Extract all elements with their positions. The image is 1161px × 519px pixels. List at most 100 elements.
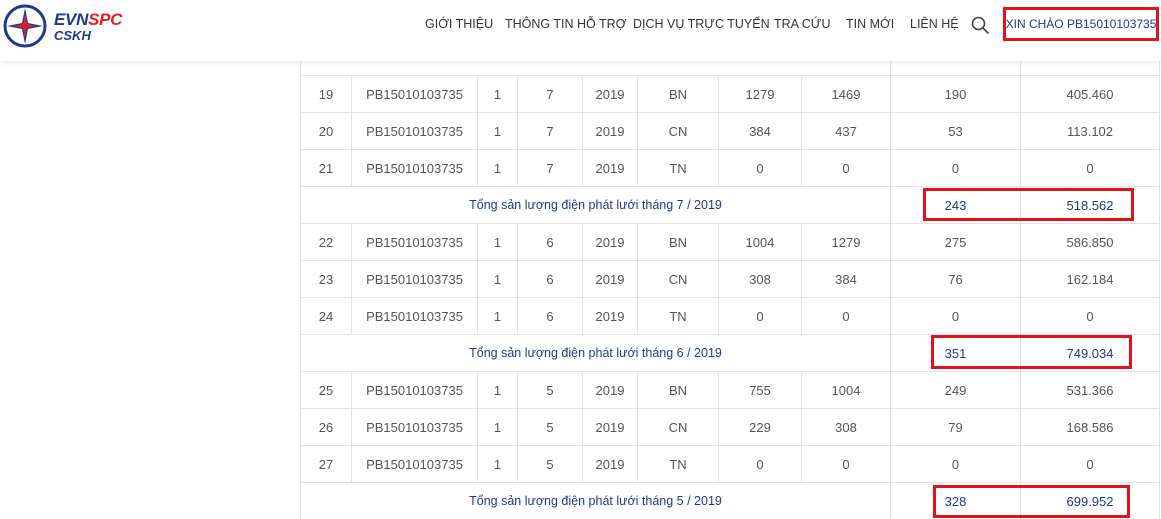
amount-cell: 162.184: [1020, 260, 1160, 298]
old-reading-cell: 0: [718, 297, 802, 335]
meter-type-cell: TN: [637, 149, 719, 187]
meter-type-cell: BN: [637, 223, 719, 261]
month-cell: 6: [517, 297, 583, 335]
old-reading-cell: 0: [718, 149, 802, 187]
table-row: 21 PB15010103735 1 7 2019 TN 0 0 0 0: [300, 149, 1160, 187]
summary-row: Tổng sản lượng điện phát lưới tháng 7 / …: [300, 186, 1160, 224]
kwh-output-cell: 275: [890, 223, 1021, 261]
logo-sub: CSKH: [54, 27, 91, 43]
row-index-cell: 19: [300, 75, 352, 113]
billing-table-body: 19 PB15010103735 1 7 2019 BN 1279 1469 190 405.46…: [300, 0, 1160, 519]
meter-type-cell: BN: [637, 371, 719, 409]
old-reading-cell: 229: [718, 408, 802, 446]
month-cell: 7: [517, 75, 583, 113]
new-reading-cell: 1004: [801, 371, 891, 409]
customer-code-cell: PB15010103735: [351, 297, 478, 335]
nav-thong-tin-ho-tro[interactable]: THÔNG TIN HỖ TRỢ: [505, 17, 626, 31]
summary-label: Tổng sản lượng điện phát lưới tháng 7 / …: [300, 186, 891, 224]
logo-brand: EVN: [54, 9, 89, 29]
table-row: 25 PB15010103735 1 5 2019 BN 755 1004 249 531.366: [300, 371, 1160, 409]
nav-tin-moi[interactable]: TIN MỚI: [846, 17, 894, 31]
col-3-cell: 1: [477, 149, 518, 187]
summary-label: Tổng sản lượng điện phát lưới tháng 5 / …: [300, 482, 891, 519]
old-reading-cell: 0: [718, 445, 802, 483]
year-cell: 2019: [582, 75, 638, 113]
table-row: 20 PB15010103735 1 7 2019 CN 384 437 53 113.102: [300, 112, 1160, 150]
table-row: 22 PB15010103735 1 6 2019 BN 1004 1279 275 586.85…: [300, 223, 1160, 261]
col-3-cell: 1: [477, 408, 518, 446]
customer-code-cell: PB15010103735: [351, 408, 478, 446]
row-index-cell: 23: [300, 260, 352, 298]
evn-logo-icon: [3, 4, 47, 48]
old-reading-cell: 1004: [718, 223, 802, 261]
kwh-output-cell: 0: [890, 149, 1021, 187]
kwh-output-cell: 0: [890, 445, 1021, 483]
month-cell: 6: [517, 260, 583, 298]
site-header: EVNSPC CSKH GIỚI THIỆU THÔNG TIN HỖ TRỢ …: [0, 0, 1161, 61]
kwh-output-cell: 0: [890, 297, 1021, 335]
new-reading-cell: 0: [801, 445, 891, 483]
nav-tra-cuu[interactable]: TRA CỨU: [774, 17, 831, 31]
new-reading-cell: 0: [801, 149, 891, 187]
summary-kwh: 328: [890, 482, 1021, 519]
customer-code-cell: PB15010103735: [351, 223, 478, 261]
row-index-cell: 22: [300, 223, 352, 261]
old-reading-cell: 1279: [718, 75, 802, 113]
meter-type-cell: CN: [637, 408, 719, 446]
table-row: 24 PB15010103735 1 6 2019 TN 0 0 0 0: [300, 297, 1160, 335]
table-row: 27 PB15010103735 1 5 2019 TN 0 0 0 0: [300, 445, 1160, 483]
customer-code-cell: PB15010103735: [351, 445, 478, 483]
year-cell: 2019: [582, 445, 638, 483]
nav-lien-he[interactable]: LIÊN HỆ: [910, 17, 959, 31]
evn-spc-logo[interactable]: EVNSPC CSKH: [3, 4, 122, 48]
year-cell: 2019: [582, 149, 638, 187]
summary-amount: 699.952: [1020, 482, 1160, 519]
amount-cell: 586.850: [1020, 223, 1160, 261]
summary-kwh: 351: [890, 334, 1021, 372]
meter-type-cell: TN: [637, 297, 719, 335]
year-cell: 2019: [582, 260, 638, 298]
search-icon[interactable]: [971, 16, 989, 34]
amount-cell: 405.460: [1020, 75, 1160, 113]
nav-gioi-thieu[interactable]: GIỚI THIỆU: [425, 17, 493, 31]
customer-code-cell: PB15010103735: [351, 371, 478, 409]
amount-cell: 531.366: [1020, 371, 1160, 409]
greeting-text: XIN CHÀO PB15010103735: [1005, 17, 1157, 31]
meter-type-cell: BN: [637, 75, 719, 113]
row-index-cell: 21: [300, 149, 352, 187]
summary-amount: 518.562: [1020, 186, 1160, 224]
col-3-cell: 1: [477, 112, 518, 150]
customer-code-cell: PB15010103735: [351, 75, 478, 113]
new-reading-cell: 308: [801, 408, 891, 446]
nav-dich-vu-truc-tuyen[interactable]: DỊCH VỤ TRỰC TUYẾN: [633, 17, 770, 31]
kwh-output-cell: 79: [890, 408, 1021, 446]
amount-cell: 0: [1020, 297, 1160, 335]
table-row: 26 PB15010103735 1 5 2019 CN 229 308 79 168.586: [300, 408, 1160, 446]
table-row: 19 PB15010103735 1 7 2019 BN 1279 1469 190 405.46…: [300, 75, 1160, 113]
year-cell: 2019: [582, 112, 638, 150]
month-cell: 5: [517, 371, 583, 409]
meter-type-cell: TN: [637, 445, 719, 483]
meter-type-cell: CN: [637, 260, 719, 298]
logo-brand-accent: SPC: [88, 9, 123, 29]
month-cell: 5: [517, 445, 583, 483]
amount-cell: 0: [1020, 149, 1160, 187]
customer-code-cell: PB15010103735: [351, 260, 478, 298]
row-index-cell: 20: [300, 112, 352, 150]
col-3-cell: 1: [477, 75, 518, 113]
row-index-cell: 27: [300, 445, 352, 483]
old-reading-cell: 755: [718, 371, 802, 409]
table-row: 23 PB15010103735 1 6 2019 CN 308 384 76 162.184: [300, 260, 1160, 298]
year-cell: 2019: [582, 408, 638, 446]
summary-amount: 749.034: [1020, 334, 1160, 372]
amount-cell: 168.586: [1020, 408, 1160, 446]
col-3-cell: 1: [477, 297, 518, 335]
new-reading-cell: 1469: [801, 75, 891, 113]
col-3-cell: 1: [477, 223, 518, 261]
new-reading-cell: 0: [801, 297, 891, 335]
month-cell: 7: [517, 149, 583, 187]
col-3-cell: 1: [477, 445, 518, 483]
user-greeting-link[interactable]: XIN CHÀO PB15010103735: [1003, 7, 1159, 41]
customer-code-cell: PB15010103735: [351, 112, 478, 150]
row-index-cell: 26: [300, 408, 352, 446]
